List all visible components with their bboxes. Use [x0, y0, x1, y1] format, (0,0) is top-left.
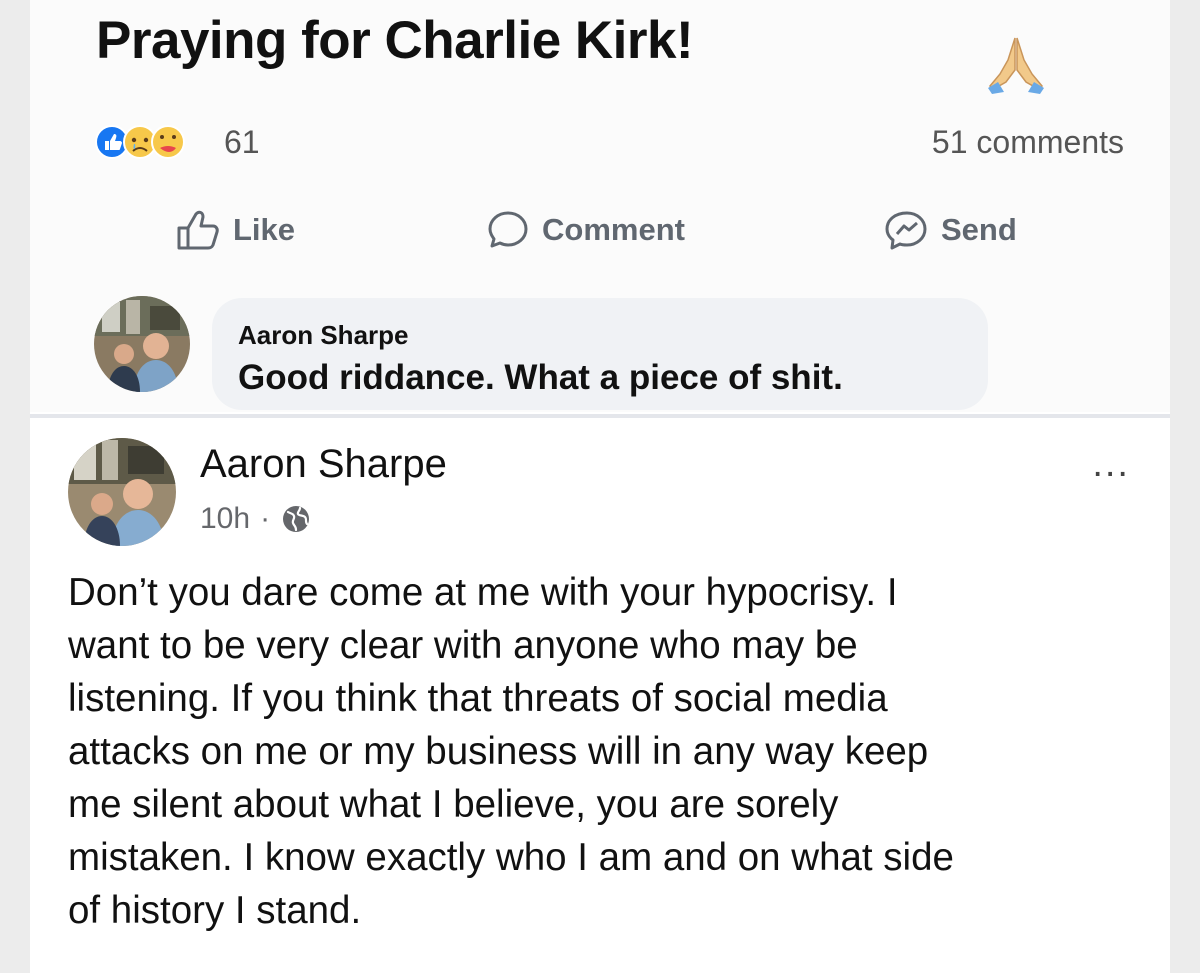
- avatar-photo: [94, 296, 190, 392]
- reactions-row: 61 51 comments: [94, 118, 1124, 162]
- comment-bubble[interactable]: Aaron Sharpe Good riddance. What a piece…: [212, 298, 988, 410]
- comment-avatar[interactable]: [94, 296, 190, 392]
- like-button[interactable]: Like: [175, 198, 295, 262]
- send-label: Send: [941, 212, 1017, 247]
- globe-icon[interactable]: [280, 503, 312, 535]
- send-button[interactable]: Send: [885, 198, 1017, 262]
- screenshot-card: Praying for Charlie Kirk! 61 51 comments…: [30, 0, 1170, 973]
- messenger-icon: [885, 211, 927, 250]
- like-label: Like: [233, 212, 296, 247]
- post-timestamp[interactable]: 10h: [200, 502, 250, 536]
- post-body-text: Don’t you dare come at me with your hypo…: [68, 571, 954, 932]
- post-title: Praying for Charlie Kirk!: [96, 11, 694, 70]
- reaction-count[interactable]: 61: [224, 124, 260, 161]
- facebook-post: Aaron Sharpe 10h · ... Don’t you dare co…: [30, 418, 1170, 973]
- more-options-icon[interactable]: ...: [1092, 445, 1130, 483]
- comment-button[interactable]: Comment: [486, 198, 685, 262]
- comment-bubble-icon: [488, 211, 528, 248]
- comment-text: Good riddance. What a piece of shit.: [238, 358, 843, 397]
- thumbs-up-icon: [177, 210, 219, 250]
- post-author-name[interactable]: Aaron Sharpe: [200, 442, 447, 487]
- comment-author[interactable]: Aaron Sharpe: [238, 320, 409, 351]
- original-post-card: Praying for Charlie Kirk! 61 51 comments…: [30, 0, 1170, 412]
- meta-separator: ·: [260, 502, 271, 535]
- comment-label: Comment: [542, 212, 685, 247]
- comments-count-link[interactable]: 51 comments: [932, 124, 1124, 161]
- post-author-avatar[interactable]: [68, 438, 176, 546]
- care-reaction-icon: [151, 125, 185, 159]
- reaction-icons[interactable]: [94, 122, 214, 162]
- avatar-photo: [68, 438, 176, 546]
- post-action-bar: Like Comment Send: [30, 198, 1170, 262]
- comment: Aaron Sharpe Good riddance. What a piece…: [30, 288, 1170, 412]
- folded-hands-emoji-icon: [988, 37, 1044, 94]
- post-meta: 10h ·: [200, 502, 312, 536]
